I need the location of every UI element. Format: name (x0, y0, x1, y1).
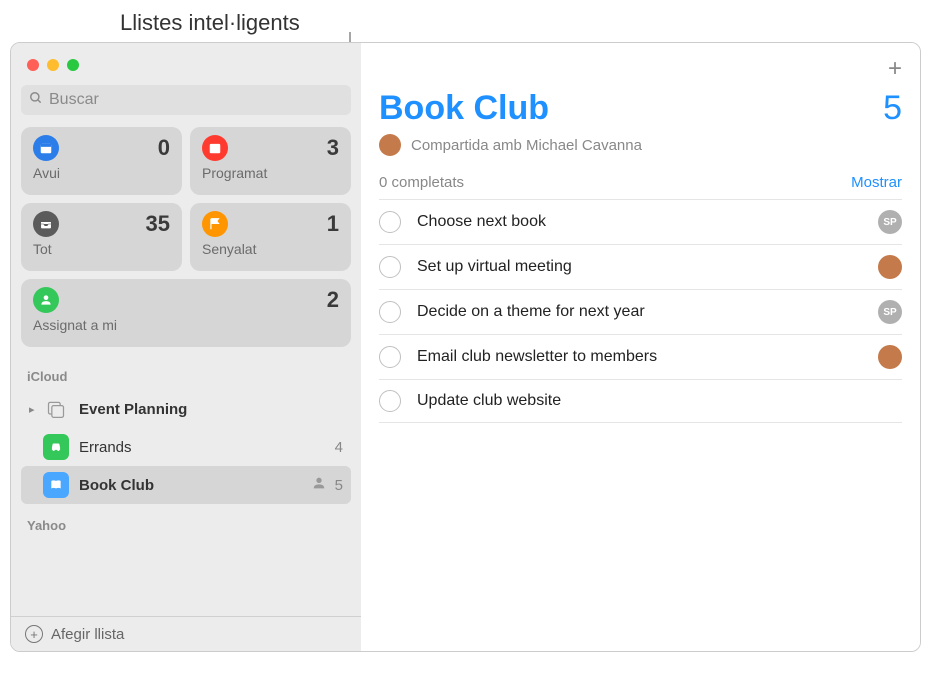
task-title: Update club website (417, 392, 902, 410)
smart-list-scheduled[interactable]: 3 Programat (190, 127, 351, 195)
task-row[interactable]: Set up virtual meeting (379, 245, 902, 290)
flag-icon (202, 211, 228, 237)
search-icon (29, 91, 43, 110)
tray-icon (33, 211, 59, 237)
annotation-smart-lists: Llistes intel·ligents (120, 10, 921, 36)
smart-label: Programat (202, 165, 339, 181)
minimize-window-button[interactable] (47, 59, 59, 71)
smart-count: 1 (327, 211, 339, 237)
account-header-icloud[interactable]: iCloud (21, 355, 351, 390)
main-panel: + Book Club 5 Compartida amb Michael Cav… (361, 43, 920, 651)
list-name: Book Club (79, 477, 311, 494)
assignee-badge: SP (878, 210, 902, 234)
search-input[interactable]: Buscar (21, 85, 351, 115)
completed-count: 0 completats (379, 174, 464, 191)
book-icon (43, 472, 69, 498)
show-completed-button[interactable]: Mostrar (851, 174, 902, 191)
task-complete-circle[interactable] (379, 301, 401, 323)
task-row[interactable]: Update club website (379, 380, 902, 423)
calendar-today-icon (33, 135, 59, 161)
task-title: Choose next book (417, 213, 878, 231)
smart-list-all[interactable]: 35 Tot (21, 203, 182, 271)
reminders-window: Buscar 0 Avui 3 Programat (10, 42, 921, 652)
smart-lists-grid: 0 Avui 3 Programat 35 (21, 127, 351, 347)
account-header-yahoo[interactable]: Yahoo (21, 504, 351, 539)
list-name: Event Planning (79, 401, 343, 418)
list-count: 5 (335, 477, 343, 494)
task-row[interactable]: Email club newsletter to members (379, 335, 902, 380)
task-row[interactable]: Choose next book SP (379, 200, 902, 245)
assignee-avatar (878, 255, 902, 279)
list-total-count: 5 (883, 89, 902, 128)
shared-icon (311, 475, 327, 495)
smart-label: Tot (33, 241, 170, 257)
smart-list-assigned[interactable]: 2 Assignat a mi (21, 279, 351, 347)
task-complete-circle[interactable] (379, 211, 401, 233)
task-complete-circle[interactable] (379, 256, 401, 278)
smart-count: 35 (146, 211, 170, 237)
chevron-right-icon: ▸ (29, 403, 43, 416)
avatar (379, 134, 401, 156)
search-placeholder: Buscar (49, 91, 99, 109)
assignee-badge: SP (878, 300, 902, 324)
shared-with-label: Compartida amb Michael Cavanna (411, 137, 642, 154)
task-row[interactable]: Decide on a theme for next year SP (379, 290, 902, 335)
calendar-icon (202, 135, 228, 161)
list-group-icon (43, 396, 69, 422)
sidebar-list-event-planning[interactable]: ▸ Event Planning (21, 390, 351, 428)
assignee-avatar (878, 345, 902, 369)
sidebar-list-book-club[interactable]: Book Club 5 (21, 466, 351, 504)
task-complete-circle[interactable] (379, 346, 401, 368)
window-controls (21, 53, 351, 85)
add-list-label: Afegir llista (51, 626, 124, 643)
sidebar: Buscar 0 Avui 3 Programat (11, 43, 361, 651)
list-name: Errands (79, 439, 335, 456)
smart-count: 3 (327, 135, 339, 161)
shared-with-row[interactable]: Compartida amb Michael Cavanna (379, 134, 902, 156)
list-count: 4 (335, 439, 343, 456)
smart-list-flagged[interactable]: 1 Senyalat (190, 203, 351, 271)
task-list: Choose next book SP Set up virtual meeti… (379, 199, 902, 423)
smart-list-today[interactable]: 0 Avui (21, 127, 182, 195)
task-title: Set up virtual meeting (417, 258, 878, 276)
add-reminder-button[interactable]: + (888, 55, 902, 83)
add-list-button[interactable]: + Afegir llista (11, 616, 361, 651)
smart-label: Senyalat (202, 241, 339, 257)
fullscreen-window-button[interactable] (67, 59, 79, 71)
smart-count: 2 (327, 287, 339, 313)
smart-label: Assignat a mi (33, 317, 339, 333)
close-window-button[interactable] (27, 59, 39, 71)
task-title: Decide on a theme for next year (417, 303, 878, 321)
sidebar-list-errands[interactable]: Errands 4 (21, 428, 351, 466)
task-title: Email club newsletter to members (417, 348, 878, 366)
task-complete-circle[interactable] (379, 390, 401, 412)
plus-circle-icon: + (25, 625, 43, 643)
person-icon (33, 287, 59, 313)
smart-count: 0 (158, 135, 170, 161)
car-icon (43, 434, 69, 460)
list-title: Book Club (379, 89, 549, 128)
smart-label: Avui (33, 165, 170, 181)
